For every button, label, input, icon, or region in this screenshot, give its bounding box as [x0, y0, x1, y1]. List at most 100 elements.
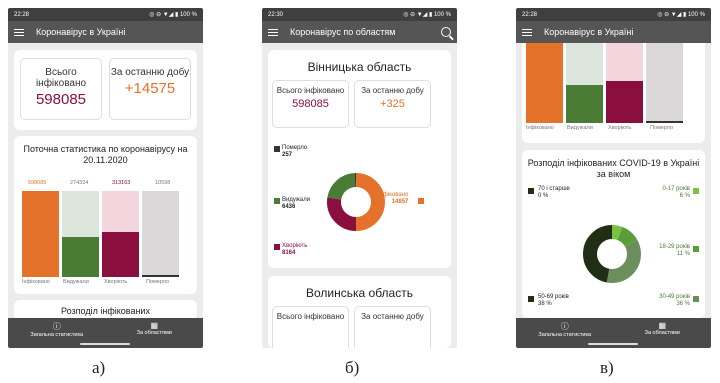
legend-label: 18-29 років [659, 244, 690, 250]
phone-screen-b: 22:30 ◎ ⊖ ▼◢ ▮ 100 % Коронавірус по облас… [262, 8, 457, 348]
app-title: Коронавірус в Україні [36, 27, 126, 37]
legend-label: Померло [282, 145, 308, 151]
bar-recovered [62, 237, 99, 277]
menu-icon[interactable] [268, 28, 278, 36]
legend-value: 38 % [538, 300, 552, 307]
menu-icon[interactable] [522, 28, 532, 36]
age-donut-chart [583, 225, 641, 283]
bar-label: Видужали [567, 125, 593, 131]
legend-dead-swatch [274, 146, 280, 152]
phone-screen-a: 22:28 ◎ ⊖ ▼◢ ▮ 100 % Коронавірус в Україн… [8, 8, 203, 348]
legend-label: 0-17 років [662, 186, 691, 192]
age-0-legend: 0-17 років 6 % [642, 186, 691, 199]
bar-label: Хворіють [104, 279, 128, 285]
legend-value: 11 % [676, 250, 690, 257]
total-infected-label: Всього інфіковано [35, 67, 87, 89]
status-icons: ◎ ⊖ ▼◢ ▮ 100 % [149, 12, 197, 18]
status-bar: 22:28 ◎ ⊖ ▼◢ ▮ 100 % [516, 8, 711, 21]
bar-dead [646, 121, 683, 123]
bar-value-active: 313163 [112, 180, 131, 186]
region-donut-chart [327, 173, 385, 231]
table-icon: ▦ [658, 321, 667, 330]
last-day-box: За останню добу +14575 [109, 58, 191, 120]
info-icon: ⓘ [52, 322, 61, 331]
age-18-swatch [693, 246, 699, 252]
bar-active [606, 81, 643, 123]
bar-active [102, 232, 139, 277]
last-day-value: +325 [380, 97, 405, 110]
nav-label: Загальна статистика [30, 332, 84, 338]
bar-label: Інфіковано [526, 125, 554, 131]
bar-value-recovered: 274324 [70, 180, 89, 186]
total-infected-box: Всього інфіковано 598085 [20, 58, 102, 120]
total-infected-value: 598085 [35, 91, 87, 108]
caption-a: а) [92, 358, 106, 377]
legend-value: 36 % [676, 300, 690, 307]
age-card: Розподіл інфікованих COVID-19 в Україні … [522, 150, 705, 318]
legend-sick: Хворіють 8164 [282, 243, 307, 256]
total-infected-label: Всього інфіковано [276, 312, 345, 321]
bar-label: Видужали [63, 279, 89, 285]
last-day-label: За останню добу [361, 86, 424, 95]
legend-inf-swatch [418, 198, 424, 204]
age-70-legend: 70 і старше 0 % [538, 186, 570, 199]
bar-recovered [566, 85, 603, 123]
region-card-vinnytsia: Вінницька область Всього інфіковано 5980… [268, 50, 451, 268]
total-infected-box: Всього інфіковано [272, 306, 349, 348]
legend-label: 50-69 років [538, 294, 569, 300]
legend-recovered: Видужали 6436 [282, 197, 310, 210]
bar-value-infected: 598085 [28, 180, 47, 186]
legend-value: 6 % [679, 192, 690, 199]
legend-label: Хворіють [282, 243, 308, 249]
phone-screen-c: 22:28 ◎ ⊖ ▼◢ ▮ 100 % Коронавірус в Україн… [516, 8, 711, 348]
last-day-box: За останню добу +325 [354, 80, 431, 128]
bar-label: Хворіють [608, 125, 632, 131]
app-bar: Коронавірус по областям [262, 21, 457, 43]
gesture-bar [588, 343, 638, 345]
status-icons: ◎ ⊖ ▼◢ ▮ 100 % [657, 12, 705, 18]
bar-infected [526, 43, 563, 123]
search-icon[interactable] [441, 27, 451, 37]
legend-value: 257 [282, 151, 293, 158]
region-card-volyn: Волинська область Всього інфіковано За о… [268, 276, 451, 348]
legend-label: 70 і старше [538, 186, 570, 192]
legend-rec-swatch [274, 198, 280, 204]
bar-infected [22, 191, 59, 277]
status-icons: ◎ ⊖ ▼◢ ▮ 100 % [403, 12, 451, 18]
legend-dead: Померло 257 [282, 145, 307, 158]
info-icon: ⓘ [560, 322, 569, 331]
next-card-title: Розподіл інфікованих [61, 306, 150, 316]
legend-value: 0 % [538, 192, 549, 199]
last-day-value: +14575 [124, 80, 176, 97]
last-day-box: За останню добу [354, 306, 431, 348]
age-30-swatch [693, 296, 699, 302]
caption-b: б) [345, 358, 360, 377]
stats-title: Поточна статистика по коронавірусу на 20… [23, 144, 188, 165]
nav-label: Загальна статистика [538, 332, 592, 338]
age-70-swatch [528, 188, 534, 194]
last-day-label: За останню добу [110, 67, 190, 78]
bar-dead [142, 275, 179, 277]
app-title: Коронавірус в Україні [544, 27, 634, 37]
legend-value: 8164 [282, 249, 296, 256]
age-50-swatch [528, 296, 534, 302]
status-bar: 22:28 ◎ ⊖ ▼◢ ▮ 100 % [8, 8, 203, 21]
summary-card: Всього інфіковано 598085 За останню добу… [14, 50, 197, 130]
bar-label: Інфіковано [22, 279, 50, 285]
total-infected-box: Всього інфіковано 598085 [272, 80, 349, 128]
app-bar: Коронавірус в Україні [8, 21, 203, 43]
table-icon: ▦ [150, 321, 159, 330]
region-title: Вінницька область [307, 60, 412, 74]
bar-value-dead: 10598 [155, 180, 171, 186]
legend-value: 6436 [282, 203, 296, 210]
caption-c: в) [600, 358, 614, 377]
legend-value: 14857 [391, 198, 409, 205]
age-50-legend: 50-69 років 38 % [538, 294, 569, 307]
region-title: Волинська область [306, 286, 413, 300]
age-0-swatch [693, 188, 699, 194]
bar-dead-bg [142, 191, 179, 277]
menu-icon[interactable] [14, 28, 24, 36]
legend-sick-swatch [274, 244, 280, 250]
total-infected-label: Всього інфіковано [276, 86, 345, 95]
age-18-legend: 18-29 років 11 % [642, 244, 690, 257]
